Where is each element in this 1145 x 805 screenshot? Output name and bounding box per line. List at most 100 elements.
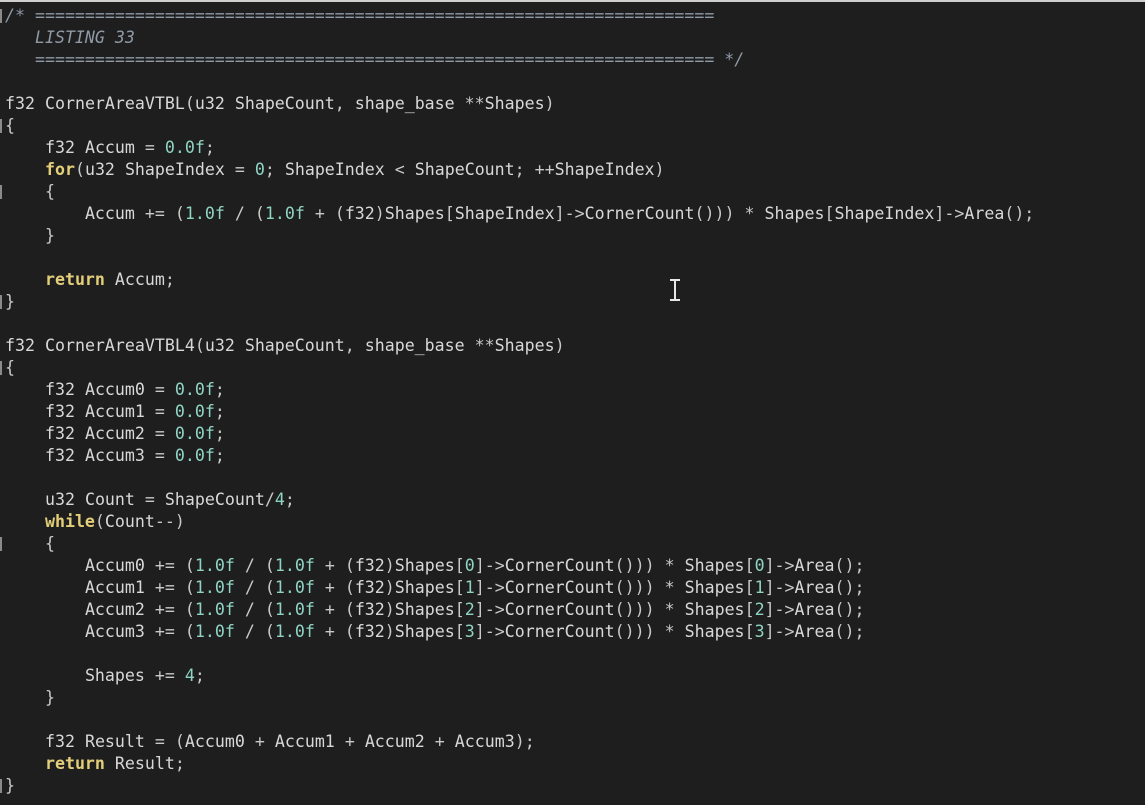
code-line[interactable]: } bbox=[0, 291, 1145, 313]
code-line[interactable]: Accum3 += (1.0f / (1.0f + (f32)Shapes[3]… bbox=[5, 621, 1145, 643]
code-line[interactable]: f32 Accum3 = 0.0f; bbox=[5, 445, 1145, 467]
code-token-type: f32 bbox=[44, 732, 75, 751]
code-token-num: 1.0f bbox=[194, 600, 235, 619]
code-token-op: = bbox=[234, 160, 245, 179]
code-token-id: Area bbox=[794, 600, 835, 619]
code-token-op: (); bbox=[834, 556, 865, 575]
code-line[interactable]: f32 CornerAreaVTBL(u32 ShapeCount, shape… bbox=[5, 93, 1145, 115]
code-token-ws bbox=[5, 160, 45, 179]
code-token-op: / bbox=[244, 578, 255, 597]
code-token-op: += bbox=[154, 622, 175, 641]
code-line[interactable]: f32 Accum1 = 0.0f; bbox=[5, 401, 1145, 423]
code-line[interactable]: } bbox=[0, 775, 1145, 797]
code-token-num: 1 bbox=[464, 578, 475, 597]
code-line[interactable]: u32 Count = ShapeCount/4; bbox=[5, 489, 1145, 511]
code-token-op: = bbox=[154, 446, 165, 465]
code-token-num: 1.0f bbox=[274, 556, 315, 575]
code-token-ws bbox=[5, 754, 45, 773]
code-token-num: 2 bbox=[754, 600, 765, 619]
code-token-op: ; bbox=[214, 402, 225, 421]
code-line[interactable]: Accum0 += (1.0f / (1.0f + (f32)Shapes[0]… bbox=[5, 555, 1145, 577]
code-token-op: = bbox=[144, 138, 155, 157]
code-line[interactable]: { bbox=[0, 115, 1145, 137]
code-token-op: ())) bbox=[614, 556, 655, 575]
code-token-id: Shapes bbox=[394, 556, 455, 575]
code-token-type: f32 bbox=[5, 94, 35, 113]
code-token-op: ]-> bbox=[474, 556, 505, 575]
code-token-ws bbox=[235, 622, 245, 641]
code-line[interactable]: f32 Accum2 = 0.0f; bbox=[5, 423, 1145, 445]
code-line[interactable] bbox=[5, 247, 1145, 269]
code-line[interactable]: while(Count--) bbox=[5, 511, 1145, 533]
code-token-op: + bbox=[324, 600, 335, 619]
code-token-id: Accum2 bbox=[364, 732, 425, 751]
code-line[interactable] bbox=[5, 313, 1145, 335]
code-line[interactable]: Accum1 += (1.0f / (1.0f + (f32)Shapes[1]… bbox=[5, 577, 1145, 599]
code-token-op: [ bbox=[744, 600, 755, 619]
code-token-op: , bbox=[334, 94, 345, 113]
code-token-op: [ bbox=[454, 578, 465, 597]
code-token-ws bbox=[35, 336, 45, 355]
code-token-op: += bbox=[144, 204, 165, 223]
code-token-op: ( bbox=[174, 732, 185, 751]
code-token-id: ShapeIndex bbox=[124, 160, 225, 179]
code-line[interactable]: LISTING 33 bbox=[5, 27, 1145, 49]
code-token-ws bbox=[5, 226, 45, 245]
code-token-op: * bbox=[744, 204, 755, 223]
code-line[interactable] bbox=[5, 709, 1145, 731]
code-line[interactable]: Shapes += 4; bbox=[5, 665, 1145, 687]
code-token-ws bbox=[75, 490, 85, 509]
code-token-op: ) bbox=[384, 600, 395, 619]
code-token-ws bbox=[145, 556, 155, 575]
code-line[interactable] bbox=[5, 467, 1145, 489]
code-token-ws bbox=[235, 578, 245, 597]
code-token-op: ]-> bbox=[764, 622, 795, 641]
code-token-type: u32 bbox=[204, 336, 235, 355]
code-token-op: += bbox=[154, 666, 175, 685]
code-line[interactable] bbox=[5, 71, 1145, 93]
code-token-op: ( bbox=[184, 600, 195, 619]
code-token-op: + bbox=[324, 622, 335, 641]
code-line[interactable]: /* =====================================… bbox=[0, 5, 1145, 27]
code-token-num: 0.0f bbox=[174, 402, 215, 421]
code-token-ws bbox=[175, 600, 185, 619]
code-text-area[interactable]: /* =====================================… bbox=[0, 5, 1145, 797]
code-line[interactable]: for(u32 ShapeIndex = 0; ShapeIndex < Sha… bbox=[5, 159, 1145, 181]
code-token-num: 0 bbox=[464, 556, 475, 575]
code-line[interactable]: return Accum; bbox=[5, 269, 1145, 291]
code-line[interactable]: f32 Accum0 = 0.0f; bbox=[5, 379, 1145, 401]
code-token-ws bbox=[385, 160, 395, 179]
code-line[interactable]: ========================================… bbox=[5, 49, 1145, 71]
code-token-ws bbox=[405, 160, 415, 179]
code-token-id: ShapeCount bbox=[234, 94, 335, 113]
code-token-ws bbox=[135, 138, 145, 157]
code-line[interactable]: { bbox=[0, 181, 1145, 203]
code-line[interactable]: { bbox=[0, 357, 1145, 379]
code-line[interactable]: f32 Result = (Accum0 + Accum1 + Accum2 +… bbox=[5, 731, 1145, 753]
code-token-op: ( bbox=[184, 94, 195, 113]
code-token-ws bbox=[655, 622, 665, 641]
code-line[interactable]: } bbox=[5, 687, 1145, 709]
code-token-op: ]-> bbox=[934, 204, 965, 223]
code-token-op: ]-> bbox=[764, 600, 795, 619]
code-token-ws bbox=[355, 336, 365, 355]
code-line[interactable]: { bbox=[0, 533, 1145, 555]
code-editor[interactable]: /* =====================================… bbox=[0, 0, 1145, 805]
code-token-ws bbox=[655, 600, 665, 619]
code-line[interactable]: Accum += (1.0f / (1.0f + (f32)Shapes[Sha… bbox=[5, 203, 1145, 225]
code-token-type: f32 bbox=[44, 380, 75, 399]
code-token-ws bbox=[315, 556, 325, 575]
code-line[interactable] bbox=[5, 643, 1145, 665]
code-token-op: ]-> bbox=[764, 578, 795, 597]
code-token-id: shape_base bbox=[354, 94, 455, 113]
code-token-ws bbox=[455, 94, 465, 113]
code-line[interactable]: return Result; bbox=[5, 753, 1145, 775]
code-token-id: Shapes bbox=[494, 336, 555, 355]
code-line[interactable]: f32 Accum = 0.0f; bbox=[5, 137, 1145, 159]
code-line[interactable]: } bbox=[5, 225, 1145, 247]
code-token-kw: return bbox=[44, 754, 105, 773]
code-line[interactable]: Accum2 += (1.0f / (1.0f + (f32)Shapes[2]… bbox=[5, 599, 1145, 621]
code-line[interactable]: f32 CornerAreaVTBL4(u32 ShapeCount, shap… bbox=[5, 335, 1145, 357]
code-token-ws bbox=[345, 94, 355, 113]
code-token-op: { bbox=[5, 358, 15, 377]
